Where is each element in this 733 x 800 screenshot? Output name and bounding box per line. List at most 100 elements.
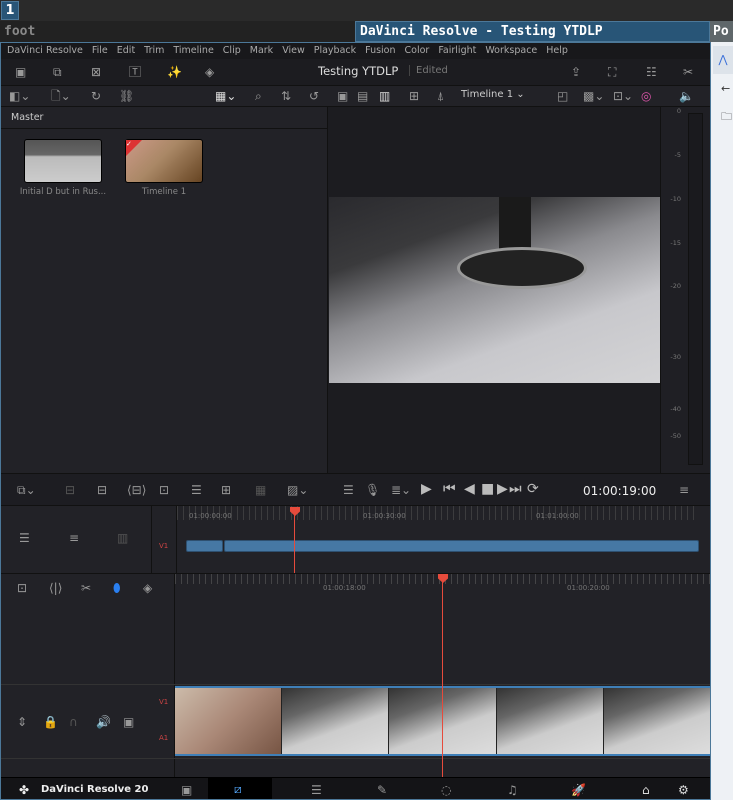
back-icon[interactable]: ← bbox=[721, 82, 730, 95]
menu-item-help[interactable]: Help bbox=[546, 43, 568, 59]
place-on-top-icon[interactable]: ☰ bbox=[191, 482, 202, 498]
mixer-icon[interactable]: ☷ bbox=[646, 64, 657, 80]
track-height-icon[interactable]: ⇕ bbox=[17, 714, 27, 730]
side-window[interactable]: ⋀ ← 🗀 bbox=[711, 42, 733, 800]
window-title-foot[interactable]: foot bbox=[0, 21, 355, 42]
lock-icon[interactable]: 🔒 bbox=[43, 714, 58, 730]
scissors-icon[interactable]: ✂ bbox=[81, 580, 91, 596]
split-icon[interactable]: ⟨|⟩ bbox=[49, 580, 62, 596]
source-clip-icon[interactable]: ▣ bbox=[337, 88, 348, 104]
volume-icon[interactable]: 🔈 bbox=[679, 88, 694, 104]
menu-item-workspace[interactable]: Workspace bbox=[485, 43, 537, 59]
menu-item-color[interactable]: Color bbox=[405, 43, 430, 59]
track-control-icon[interactable]: ☰ bbox=[19, 530, 30, 546]
trim-icon[interactable]: ⍋ bbox=[437, 88, 444, 104]
home-icon[interactable]: ⌂ bbox=[642, 782, 650, 798]
menu-item-mark[interactable]: Mark bbox=[250, 43, 273, 59]
subtitle-icon[interactable]: ≣⌄ bbox=[391, 482, 411, 498]
play-icon[interactable]: ▶ bbox=[497, 481, 508, 497]
menu-item-view[interactable]: View bbox=[282, 43, 305, 59]
fx-icon[interactable]: ▥ bbox=[117, 530, 128, 546]
media-pool-icon[interactable]: ▣ bbox=[15, 64, 26, 80]
ruler[interactable] bbox=[177, 506, 699, 520]
menu-item-trim[interactable]: Trim bbox=[144, 43, 164, 59]
audio-settings-icon[interactable]: ☰ bbox=[343, 482, 354, 498]
source-tape-icon[interactable]: ▤ bbox=[357, 88, 368, 104]
close-up-icon[interactable]: ⊡ bbox=[159, 482, 169, 498]
menu-item-fairlight[interactable]: Fairlight bbox=[438, 43, 476, 59]
menu-icon[interactable]: ≡ bbox=[679, 482, 689, 498]
smart-reframe-icon[interactable]: ◈ bbox=[205, 64, 214, 80]
fullscreen-icon[interactable]: ⛶ bbox=[608, 64, 616, 80]
quality-icon[interactable]: ▩⌄ bbox=[583, 88, 604, 104]
smart-insert-icon[interactable]: ⊟ bbox=[65, 482, 75, 498]
window-title-right[interactable]: Po bbox=[710, 21, 733, 42]
panel-toggle-icon[interactable]: ◧⌄ bbox=[9, 88, 30, 104]
safe-area-icon[interactable]: ◰ bbox=[557, 88, 568, 104]
overlay-icon[interactable]: ⊡⌄ bbox=[613, 88, 633, 104]
fusion-page-icon[interactable]: ✎ bbox=[377, 782, 387, 798]
app-icon[interactable]: ⋀ bbox=[713, 46, 733, 74]
timeline-thumbnail[interactable]: ✓ bbox=[125, 139, 203, 183]
playhead[interactable] bbox=[294, 509, 295, 573]
relink-icon[interactable]: ↻ bbox=[91, 88, 101, 104]
workspace-button[interactable]: 1 bbox=[1, 1, 19, 20]
menu-item-playback[interactable]: Playback bbox=[314, 43, 356, 59]
deliver-page-icon[interactable]: 🚀 bbox=[571, 782, 586, 798]
edit-page-icon[interactable]: ☰ bbox=[311, 782, 322, 798]
fairlight-page-icon[interactable]: ♫ bbox=[507, 782, 518, 798]
menu-item-fusion[interactable]: Fusion bbox=[365, 43, 395, 59]
menu-item-timeline[interactable]: Timeline bbox=[173, 43, 213, 59]
microphone-icon[interactable]: 🎙 bbox=[365, 482, 380, 498]
media-page-icon[interactable]: ▣ bbox=[181, 782, 192, 798]
folder-icon[interactable]: 🗀 bbox=[721, 108, 732, 127]
timeline-clip[interactable] bbox=[224, 540, 699, 552]
menu-item-file[interactable]: File bbox=[92, 43, 108, 59]
menu-item-clip[interactable]: Clip bbox=[223, 43, 241, 59]
headphones-icon[interactable]: ∩ bbox=[69, 714, 78, 730]
timeline-selector[interactable]: Timeline 1 ⌄ bbox=[461, 89, 525, 100]
color-icon[interactable]: ◎ bbox=[641, 88, 651, 104]
unlink-icon[interactable]: ⛓ bbox=[119, 88, 134, 104]
transitions-icon[interactable]: ⊠ bbox=[91, 64, 101, 80]
playhead[interactable] bbox=[442, 578, 443, 778]
stop-icon[interactable]: ■ bbox=[481, 481, 494, 497]
grid-view-icon[interactable]: ▦⌄ bbox=[215, 88, 236, 104]
speaker-icon[interactable]: 🔊 bbox=[96, 714, 111, 730]
upper-timeline[interactable]: ☰ ≡ ▥ V1 01:00:00:00 01:00:30:00 01:01:0… bbox=[1, 506, 710, 573]
lower-timeline[interactable]: ⊡ ⟨|⟩ ✂ ⬮ ◈ 01:00:18:00 01:00:20:00 ⇕ 🔒 … bbox=[1, 573, 710, 778]
settings-icon[interactable]: ⚙ bbox=[678, 782, 689, 798]
disabled-icon[interactable]: ▦ bbox=[255, 482, 266, 498]
cut-page-tab[interactable]: ⧄ bbox=[208, 778, 272, 799]
audio-track-icon[interactable]: ≡ bbox=[69, 530, 79, 546]
fit-icon[interactable]: ⊡ bbox=[17, 580, 27, 596]
source-overwrite-icon[interactable]: ⊞ bbox=[221, 482, 231, 498]
clip-filmstrip[interactable] bbox=[175, 686, 710, 756]
timeline-clip[interactable] bbox=[186, 540, 223, 552]
titles-icon[interactable]: 🅃 bbox=[129, 64, 141, 80]
tools-icon[interactable]: ✂ bbox=[683, 64, 693, 80]
skip-back-icon[interactable]: ⏮ bbox=[443, 481, 456, 497]
layers-icon[interactable]: ◈ bbox=[143, 580, 152, 596]
clip-thumbnail[interactable] bbox=[24, 139, 102, 183]
audio-edit-icon[interactable]: ⧉⌄ bbox=[17, 482, 36, 498]
window-title-resolve[interactable]: DaVinci Resolve - Testing YTDLP bbox=[355, 21, 710, 42]
menu-item-davinci-resolve[interactable]: DaVinci Resolve bbox=[7, 43, 83, 59]
skip-forward-icon[interactable]: ⏭ bbox=[509, 481, 522, 497]
timeline-view-icon[interactable]: ▥ bbox=[379, 88, 390, 104]
refresh-icon[interactable]: ↺ bbox=[309, 88, 319, 104]
import-icon[interactable]: 🗋⌄ bbox=[51, 88, 71, 104]
append-icon[interactable]: ⊟ bbox=[97, 482, 107, 498]
marker-icon[interactable]: ⬮ bbox=[113, 580, 121, 596]
menu-item-edit[interactable]: Edit bbox=[117, 43, 135, 59]
reverse-icon[interactable]: ◀ bbox=[464, 481, 475, 497]
multicam-icon[interactable]: ⊞ bbox=[409, 88, 419, 104]
sync-bin-icon[interactable]: ⧉ bbox=[53, 64, 62, 80]
color-page-icon[interactable]: ◌ bbox=[441, 782, 451, 798]
search-icon[interactable]: ⌕ bbox=[255, 88, 262, 104]
export-icon[interactable]: ⇪ bbox=[571, 64, 581, 80]
ripple-overwrite-icon[interactable]: ⟨⊟⟩ bbox=[127, 482, 146, 498]
sort-icon[interactable]: ⇅ bbox=[281, 88, 291, 104]
video-toggle-icon[interactable]: ▣ bbox=[123, 714, 134, 730]
image-insert-icon[interactable]: ▨⌄ bbox=[287, 482, 308, 498]
